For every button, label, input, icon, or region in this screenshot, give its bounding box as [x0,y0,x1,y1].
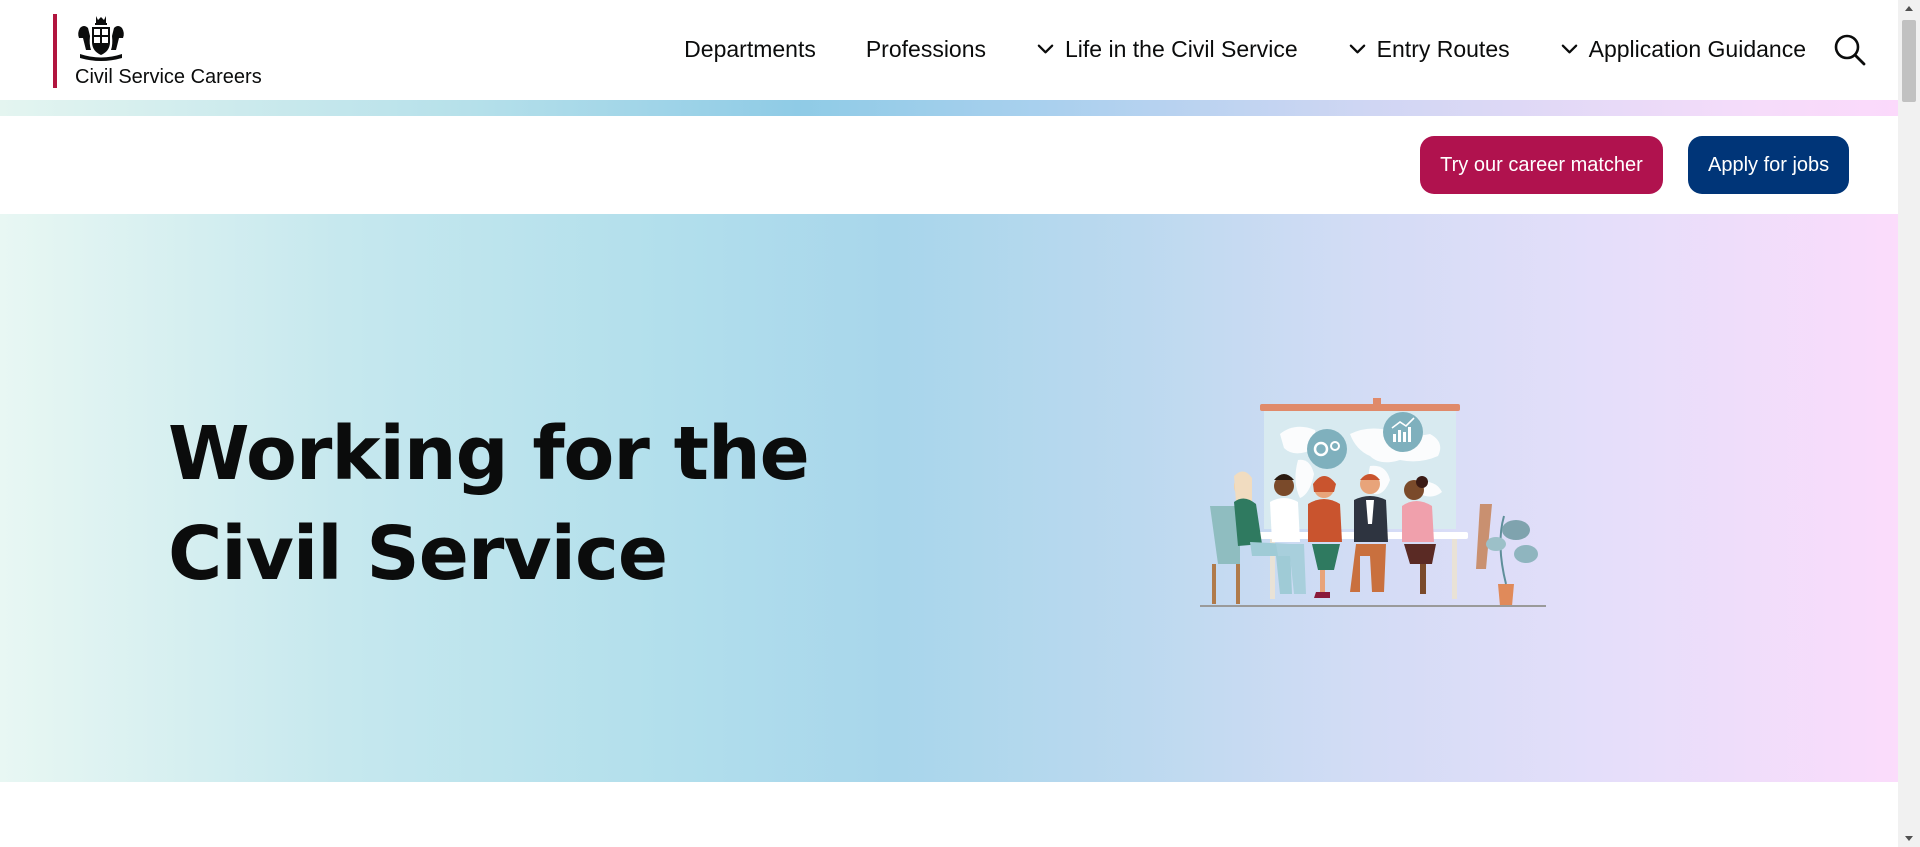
hero-title-line-1: Working for the [168,411,810,497]
nav-label: Professions [865,36,987,62]
nav-label: Entry Routes [1376,36,1510,62]
scroll-down-arrow-icon[interactable] [1898,829,1920,847]
nav-label: Life in the Civil Service [1065,36,1298,62]
hero-title: Working for the Civil Service [168,404,868,604]
scrollbar-thumb[interactable] [1902,20,1916,102]
nav-professions[interactable]: Professions [866,32,986,66]
logo-text: Civil Service Careers [75,66,262,88]
scroll-up-arrow-icon[interactable] [1898,0,1920,18]
chevron-down-icon [1561,44,1577,53]
chevron-down-icon [1037,44,1054,53]
chevron-down-icon [1349,44,1365,53]
hero-banner: Working for the Civil Service [0,214,1898,782]
apply-for-jobs-button[interactable]: Apply for jobs [1688,136,1849,194]
nav-entry-routes[interactable]: Entry Routes [1348,32,1510,66]
royal-crest-icon [78,16,124,61]
nav-application-guidance[interactable]: Application Guidance [1560,32,1806,66]
nav-life-in-the-civil-service[interactable]: Life in the Civil Service [1036,32,1298,66]
nav-label: Application Guidance [1588,36,1806,62]
header-gradient-strip [0,100,1898,116]
page-scrollbar[interactable] [1898,0,1920,847]
cta-bar: Try our career matcher Apply for jobs [0,116,1898,214]
hero-title-line-2: Civil Service [168,511,668,597]
search-icon[interactable] [1832,32,1868,68]
site-header: Civil Service Careers Departments Profes… [0,0,1898,100]
page: Civil Service Careers Departments Profes… [0,0,1920,847]
nav-label: Departments [684,36,816,62]
site-logo-link[interactable]: Civil Service Careers [53,14,262,88]
career-matcher-button[interactable]: Try our career matcher [1420,136,1663,194]
team-meeting-illustration [1200,398,1546,607]
main-nav: Departments Professions Life in the Civi… [684,32,1806,66]
nav-departments[interactable]: Departments [684,32,816,66]
